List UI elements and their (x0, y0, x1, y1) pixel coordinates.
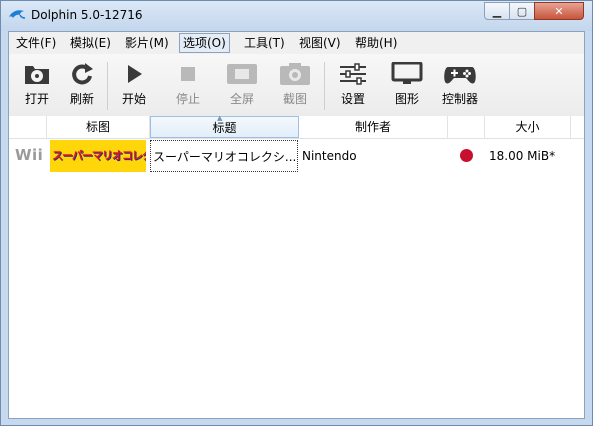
open-disc-icon (25, 66, 49, 84)
column-banner-label: 标图 (85, 120, 110, 134)
config-label: 设置 (340, 92, 365, 106)
controllers-label: 控制器 (441, 92, 478, 106)
game-maker: Nintendo (302, 149, 357, 163)
config-button[interactable]: 设置 (331, 56, 375, 114)
minimize-button[interactable]: ▁ (484, 2, 510, 20)
platform-badge: Wii (15, 146, 44, 164)
column-size-label: 大小 (515, 120, 540, 134)
refresh-icon (72, 63, 93, 85)
stop-button[interactable]: 停止 (166, 56, 210, 114)
main-area: 文件(F) 模拟(E) 影片(M) 选项(O) 工具(T) 视图(V) 帮助(H… (8, 31, 585, 419)
stop-icon (181, 67, 195, 81)
open-label: 打开 (24, 92, 49, 106)
column-platform[interactable] (9, 116, 47, 138)
game-size: 18.00 MiB* (489, 149, 556, 163)
play-icon (128, 65, 142, 83)
menu-movie[interactable]: 影片(M) (122, 34, 172, 52)
table-row[interactable]: Wii スーパーマリオコレクション! スーパーマリオコレクシ... Ninten… (9, 138, 584, 172)
game-list: 标图 ▲ 标题 制作者 大小 Wii スーパーマリオコレクション! (9, 114, 584, 418)
column-maker-label: 制作者 (354, 120, 391, 134)
menu-help[interactable]: 帮助(H) (352, 34, 400, 52)
banner-logo-text: スーパーマリオコレクション! (52, 149, 146, 162)
menu-bar: 文件(F) 模拟(E) 影片(M) 选项(O) 工具(T) 视图(V) 帮助(H… (9, 32, 584, 54)
minimize-icon: ▁ (492, 4, 502, 18)
list-header: 标图 ▲ 标题 制作者 大小 (9, 114, 584, 139)
column-banner[interactable]: 标图 (47, 116, 150, 138)
camera-icon (280, 63, 310, 85)
fullscreen-icon (227, 64, 257, 84)
title-bar[interactable]: Dolphin 5.0-12716 ▁ ▢ ✕ (1, 1, 592, 31)
screenshot-label: 截图 (282, 92, 307, 106)
toolbar-separator (324, 62, 325, 110)
graphics-label: 图形 (394, 92, 419, 106)
column-maker[interactable]: 制作者 (299, 116, 448, 138)
controllers-button[interactable]: 控制器 (435, 56, 485, 114)
japan-flag-icon (460, 149, 473, 162)
fullscreen-button[interactable]: 全屏 (220, 56, 264, 114)
play-button[interactable]: 开始 (112, 56, 156, 114)
game-title: スーパーマリオコレクシ... (150, 140, 298, 172)
game-banner: スーパーマリオコレクション! (50, 140, 146, 172)
column-title[interactable]: ▲ 标题 (150, 114, 299, 138)
gamepad-icon (444, 67, 476, 84)
column-region[interactable] (448, 116, 485, 138)
menu-tools[interactable]: 工具(T) (241, 34, 288, 52)
maximize-button[interactable]: ▢ (509, 2, 535, 20)
refresh-button[interactable]: 刷新 (60, 56, 104, 114)
refresh-label: 刷新 (69, 92, 94, 106)
screenshot-button[interactable]: 截图 (273, 56, 317, 114)
menu-options[interactable]: 选项(O) (179, 33, 230, 53)
close-icon: ✕ (554, 4, 564, 18)
graphics-button[interactable]: 图形 (385, 56, 429, 114)
dolphin-icon (9, 10, 26, 19)
fullscreen-label: 全屏 (229, 92, 254, 106)
toolbar: 打开 刷新 开始 停止 全屏 截图 设置 图形 控制器 (9, 54, 584, 117)
monitor-icon (391, 62, 423, 84)
maximize-icon: ▢ (516, 4, 528, 18)
sliders-icon (340, 63, 366, 85)
column-title-label: 标题 (212, 121, 237, 135)
menu-file[interactable]: 文件(F) (13, 34, 59, 52)
menu-view[interactable]: 视图(V) (296, 34, 344, 52)
play-label: 开始 (121, 92, 146, 106)
column-size[interactable]: 大小 (485, 116, 571, 138)
sort-arrow-icon: ▲ (217, 114, 223, 122)
toolbar-separator (107, 62, 108, 110)
open-button[interactable]: 打开 (15, 56, 59, 114)
stop-label: 停止 (175, 92, 200, 106)
close-button[interactable]: ✕ (534, 2, 584, 20)
menu-emulation[interactable]: 模拟(E) (67, 34, 114, 52)
app-window: Dolphin 5.0-12716 ▁ ▢ ✕ 文件(F) 模拟(E) 影片(M… (0, 0, 593, 426)
window-title: Dolphin 5.0-12716 (31, 8, 143, 22)
